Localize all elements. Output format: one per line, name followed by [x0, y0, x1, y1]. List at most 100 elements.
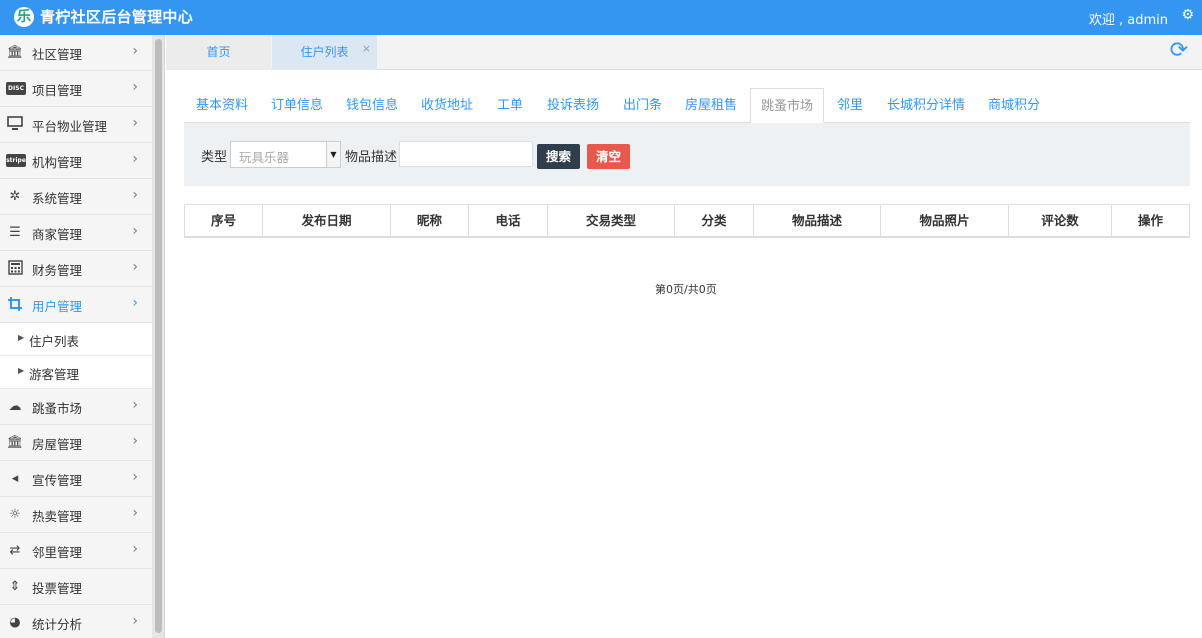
- tab-neighbors[interactable]: 邻里: [837, 88, 863, 123]
- sidebar-item-hot-sale[interactable]: ☼ 热卖管理 ›: [0, 497, 152, 533]
- retweet-icon: ⇄: [9, 543, 21, 558]
- column-header[interactable]: 电话: [469, 205, 548, 237]
- sidebar-item-label: 邻里管理: [32, 545, 83, 560]
- refresh-icon[interactable]: ⟳: [1170, 40, 1188, 62]
- pagination-info: 第0页/共0页: [655, 283, 717, 296]
- tab-basic-info[interactable]: 基本资料: [196, 88, 248, 123]
- chevron-right-icon: ›: [132, 151, 138, 167]
- sidebar-item-property[interactable]: 平台物业管理 ›: [0, 107, 152, 143]
- column-header[interactable]: 分类: [675, 205, 754, 237]
- chevron-right-icon: ›: [132, 469, 138, 485]
- caret-down-icon[interactable]: ▼: [326, 142, 340, 167]
- column-header[interactable]: 评论数: [1009, 205, 1112, 237]
- sidebar-item-voting[interactable]: ⇕ 投票管理: [0, 569, 152, 605]
- volume-icon: ◂: [11, 471, 19, 486]
- sidebar-item-label: 房屋管理: [32, 437, 83, 452]
- chevron-right-icon: ›: [132, 115, 138, 131]
- sidebar-item-label: 系统管理: [32, 191, 83, 206]
- tab-greatwall-points[interactable]: 长城积分详情: [887, 88, 965, 123]
- tab-housing-rent[interactable]: 房屋租售: [685, 88, 737, 123]
- tab-work-order[interactable]: 工单: [497, 88, 523, 123]
- content-tabs: 基本资料 订单信息 钱包信息 收货地址 工单 投诉表扬 出门条 房屋租售 跳蚤市…: [184, 88, 1190, 123]
- description-input[interactable]: [399, 141, 533, 167]
- clear-button[interactable]: 清空: [587, 144, 631, 169]
- column-header[interactable]: 序号: [185, 205, 263, 237]
- sidebar-item-label: 用户管理: [32, 299, 83, 314]
- sidebar-item-statistics[interactable]: ◕ 统计分析 ›: [0, 605, 152, 638]
- chevron-right-icon: ›: [132, 505, 138, 521]
- bank-icon: 🏛: [6, 45, 24, 60]
- sun-icon: ☼: [9, 507, 21, 522]
- sidebar-item-neighbors[interactable]: ⇄ 邻里管理 ›: [0, 533, 152, 569]
- chevron-right-icon: ›: [132, 295, 138, 311]
- type-select[interactable]: 玩具乐器 ▼: [230, 141, 341, 168]
- sidebar-item-flea-market[interactable]: ☁ 跳蚤市场 ›: [0, 389, 152, 425]
- tab-address[interactable]: 收货地址: [421, 88, 473, 123]
- pie-chart-icon: ◕: [9, 615, 21, 630]
- discover-card-icon: DISC: [6, 80, 26, 97]
- chevron-right-icon: ›: [132, 541, 138, 557]
- type-select-value: 玩具乐器: [239, 150, 290, 165]
- caret-right-icon: ▶: [18, 333, 25, 342]
- column-header[interactable]: 发布日期: [263, 205, 391, 237]
- yelp-icon: ✲: [9, 189, 21, 204]
- sidebar-item-community[interactable]: 🏛 社区管理 ›: [0, 35, 152, 71]
- sidebar-item-promotion[interactable]: ◂ 宣传管理 ›: [0, 461, 152, 497]
- sidebar-subitem-residents[interactable]: ▶ 住户列表: [0, 323, 152, 356]
- sidebar-item-label: 跳蚤市场: [32, 401, 83, 416]
- stripe-icon: stripe: [6, 152, 26, 169]
- sidebar-item-label: 项目管理: [32, 83, 83, 98]
- sidebar-item-label: 平台物业管理: [32, 119, 108, 134]
- sidebar-item-organization[interactable]: stripe 机构管理 ›: [0, 143, 152, 179]
- chevron-right-icon: ›: [132, 223, 138, 239]
- desktop-icon: [6, 116, 24, 133]
- search-button[interactable]: 搜索: [537, 144, 581, 169]
- sidebar-item-label: 统计分析: [32, 617, 83, 632]
- logo-icon: 乐: [14, 7, 34, 27]
- column-header[interactable]: 昵称: [391, 205, 469, 237]
- column-header[interactable]: 操作: [1112, 205, 1189, 237]
- page-tab-label: 首页: [206, 45, 231, 59]
- gear-icon[interactable]: ⚙: [1181, 7, 1194, 23]
- search-panel: 类型 玩具乐器 ▼ 物品描述 搜索 清空: [184, 123, 1190, 186]
- welcome-user[interactable]: 欢迎 , admin: [1089, 9, 1168, 28]
- close-icon[interactable]: ×: [362, 31, 371, 66]
- chevron-right-icon: ›: [132, 259, 138, 275]
- chevron-right-icon: ›: [132, 187, 138, 203]
- column-header[interactable]: 交易类型: [548, 205, 675, 237]
- sidebar-subitem-label: 住户列表: [29, 334, 80, 349]
- page-tab-residents[interactable]: 住户列表 ×: [272, 35, 377, 70]
- description-label: 物品描述: [345, 150, 398, 165]
- page-tab-strip: 首页 住户列表 × ⟳: [166, 35, 1202, 70]
- chevron-right-icon: ›: [132, 433, 138, 449]
- sidebar-item-projects[interactable]: DISC 项目管理 ›: [0, 71, 152, 107]
- results-table: 序号 发布日期 昵称 电话 交易类型 分类 物品描述 物品照片 评论数 操作: [184, 204, 1190, 238]
- sidebar-subitem-visitors[interactable]: ▶ 游客管理: [0, 356, 152, 389]
- top-bar: 乐 青柠社区后台管理中心 欢迎 , admin ⚙: [0, 0, 1202, 35]
- sidebar-item-label: 社区管理: [32, 47, 83, 62]
- sidebar-item-users[interactable]: 用户管理 ›: [0, 287, 152, 323]
- sidebar-item-merchant[interactable]: ☰ 商家管理 ›: [0, 215, 152, 251]
- tab-wallet[interactable]: 钱包信息: [346, 88, 398, 123]
- bars-icon: ☰: [9, 225, 21, 240]
- calculator-icon: [6, 260, 24, 277]
- sidebar-scrollbar[interactable]: [152, 35, 165, 638]
- sidebar-item-system[interactable]: ✲ 系统管理 ›: [0, 179, 152, 215]
- chevron-right-icon: ›: [132, 397, 138, 413]
- column-header[interactable]: 物品照片: [881, 205, 1009, 237]
- page-tab-home[interactable]: 首页: [166, 35, 271, 70]
- sidebar-item-label: 财务管理: [32, 263, 83, 278]
- tab-orders[interactable]: 订单信息: [271, 88, 323, 123]
- caret-right-icon: ▶: [18, 366, 25, 375]
- tab-flea-market[interactable]: 跳蚤市场: [750, 88, 825, 123]
- sidebar-item-housing[interactable]: 🏛 房屋管理 ›: [0, 425, 152, 461]
- tab-complaints[interactable]: 投诉表扬: [547, 88, 599, 123]
- page-tab-label: 住户列表: [300, 45, 349, 59]
- sidebar-item-finance[interactable]: 财务管理 ›: [0, 251, 152, 287]
- crop-icon: [6, 296, 24, 313]
- sidebar-item-label: 机构管理: [32, 155, 83, 170]
- column-header[interactable]: 物品描述: [754, 205, 881, 237]
- tab-mall-points[interactable]: 商城积分: [988, 88, 1040, 123]
- scrollbar-thumb[interactable]: [155, 39, 162, 633]
- tab-exit-pass[interactable]: 出门条: [623, 88, 662, 123]
